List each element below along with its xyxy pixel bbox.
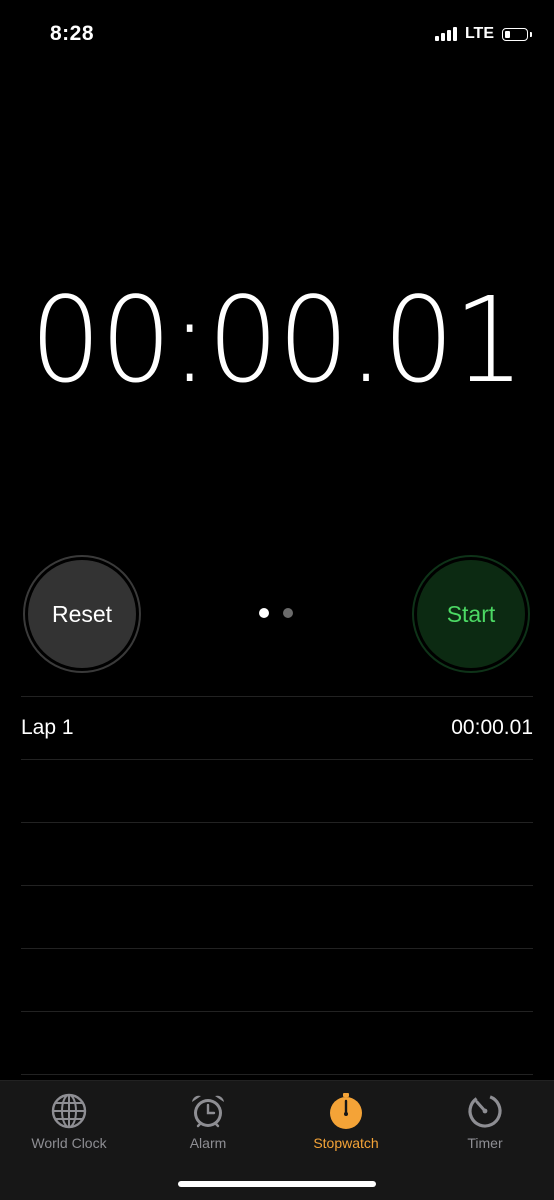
tab-label: Timer [467, 1135, 503, 1151]
empty-row [21, 822, 533, 885]
tab-stopwatch[interactable]: Stopwatch [277, 1091, 415, 1151]
stopwatch-time: 00:00.01 [30, 271, 525, 409]
timer-icon [468, 1094, 502, 1128]
lap-row: Lap 1 00:00.01 [21, 696, 533, 759]
lap-label: Lap 1 [21, 716, 74, 739]
page-dot-inactive[interactable] [283, 608, 293, 618]
lap-time: 00:00.01 [451, 716, 533, 739]
battery-icon [502, 27, 532, 41]
home-indicator[interactable] [178, 1181, 376, 1187]
empty-row [21, 885, 533, 948]
tab-world-clock[interactable]: World Clock [0, 1091, 138, 1151]
tab-timer[interactable]: Timer [416, 1091, 554, 1151]
alarm-clock-icon [192, 1095, 224, 1128]
empty-row [21, 948, 533, 1011]
status-indicators: LTE [434, 25, 532, 43]
status-time: 8:28 [50, 22, 95, 45]
network-type: LTE [464, 25, 494, 42]
stopwatch-display: 00:00.01 [0, 270, 554, 410]
signal-icon [434, 27, 457, 41]
start-button-label: Start [417, 560, 525, 668]
lap-list[interactable]: Lap 1 00:00.01 [21, 696, 533, 1075]
page-dot-active[interactable] [259, 608, 269, 618]
globe-icon [51, 1093, 87, 1129]
status-bar: 8:28 LTE [0, 0, 554, 72]
page-indicator[interactable] [259, 608, 293, 618]
start-button[interactable]: Start [412, 555, 530, 673]
reset-button[interactable]: Reset [23, 555, 141, 673]
tab-label: Stopwatch [313, 1135, 379, 1151]
tab-bar: World Clock Alarm Stopwatch Timer [0, 1080, 554, 1200]
empty-row [21, 759, 533, 822]
empty-row [21, 1011, 533, 1075]
stopwatch-icon [330, 1093, 362, 1129]
tab-label: World Clock [31, 1135, 107, 1151]
tab-alarm[interactable]: Alarm [139, 1091, 277, 1151]
reset-button-label: Reset [28, 560, 136, 668]
tab-label: Alarm [189, 1135, 227, 1151]
